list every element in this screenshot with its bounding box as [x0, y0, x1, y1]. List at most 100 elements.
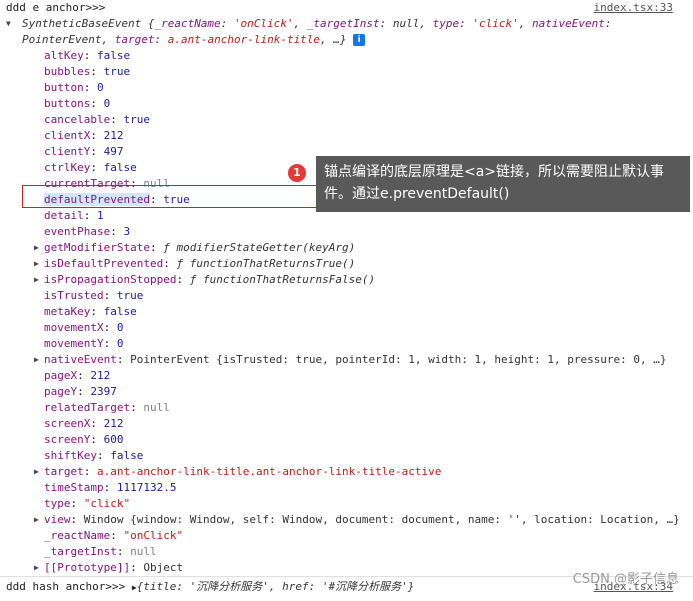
property-key: altKey — [44, 49, 84, 62]
property-row: timeStamp: 1117132.5 — [44, 481, 177, 494]
property-key: screenY — [44, 433, 91, 446]
property-value: false — [103, 161, 137, 174]
property-value: 0 — [97, 81, 104, 94]
expand-triangle-icon[interactable]: ▶ — [34, 352, 39, 368]
property-value: false — [103, 305, 137, 318]
property-key: bubbles — [44, 65, 91, 78]
source-link[interactable]: index.tsx:33 — [594, 0, 673, 16]
property-value: true — [116, 289, 144, 302]
property-key: ctrlKey — [44, 161, 91, 174]
property-value: null — [130, 545, 157, 558]
property-row[interactable]: ▶ view: Window {window: Window, self: Win… — [0, 512, 693, 528]
property-row[interactable]: ▶ isDefaultPrevented: ƒ functionThatRetur… — [0, 256, 693, 272]
property-key: target — [44, 465, 84, 478]
property-row: isTrusted: true — [44, 289, 144, 302]
property-value: 212 — [103, 417, 124, 430]
expand-triangle-icon[interactable]: ▶ — [34, 272, 39, 288]
property-row: buttons: 0 — [44, 97, 111, 110]
property-key: shiftKey — [44, 449, 97, 462]
property-value: "click" — [83, 497, 131, 510]
property-value: ƒ functionThatReturnsFalse() — [189, 273, 376, 286]
property-key: [[Prototype]] — [44, 561, 131, 574]
property-row[interactable]: ▶ nativeEvent: PointerEvent {isTrusted: t… — [0, 352, 693, 368]
property-row: movementX: 0 — [44, 321, 124, 334]
expand-triangle-icon[interactable]: ▶ — [34, 560, 39, 576]
property-value: "onClick" — [123, 529, 184, 542]
property-key: movementY — [44, 337, 104, 350]
property-key: detail — [44, 209, 84, 222]
property-value: a.ant-anchor-link-title.ant-anchor-link-… — [97, 465, 442, 478]
property-value: 212 — [103, 129, 124, 142]
property-key: getModifierState — [44, 241, 150, 254]
expand-triangle-icon[interactable]: ▶ — [34, 512, 39, 528]
property-row: movementY: 0 — [44, 337, 124, 350]
property-value: true — [123, 113, 150, 126]
property-key: metaKey — [44, 305, 91, 318]
property-key: timeStamp — [44, 481, 104, 494]
expand-triangle-icon[interactable]: ▶ — [34, 464, 39, 480]
property-value: 497 — [103, 145, 124, 158]
footer-text: ddd hash anchor>>> — [6, 580, 126, 593]
property-row: type: "click" — [44, 497, 131, 510]
property-row: metaKey: false — [44, 305, 137, 318]
footer-object[interactable]: {title: '沉降分析服务', href: '#沉降分析服务'} — [137, 580, 415, 593]
property-row: pageY: 2397 — [44, 385, 117, 398]
property-key: relatedTarget — [44, 401, 131, 414]
property-key: clientX — [44, 129, 91, 142]
annotation-marker: 1 — [288, 164, 306, 182]
property-value: 1117132.5 — [116, 481, 177, 494]
property-key: _reactName — [44, 529, 111, 542]
property-key: pageY — [44, 385, 78, 398]
property-key: button — [44, 81, 84, 94]
property-row[interactable]: ▶ getModifierState: ƒ modifierStateGetter… — [0, 240, 693, 256]
property-value: Window {window: Window, self: Window, do… — [83, 513, 680, 526]
property-value: 212 — [90, 369, 111, 382]
property-key: isTrusted — [44, 289, 104, 302]
property-row: altKey: false — [44, 49, 131, 62]
property-key: view — [44, 513, 71, 526]
property-key: isPropagationStopped — [44, 273, 177, 286]
property-value: 2397 — [90, 385, 117, 398]
property-key: nativeEvent — [44, 353, 117, 366]
property-key: clientY — [44, 145, 91, 158]
property-value: true — [103, 65, 131, 78]
property-row: shiftKey: false — [44, 449, 144, 462]
property-row: screenX: 212 — [44, 417, 124, 430]
expand-triangle-icon[interactable]: ▶ — [34, 256, 39, 272]
property-row[interactable]: ▶ target: a.ant-anchor-link-title.ant-anc… — [0, 464, 693, 480]
property-value: 0 — [103, 97, 111, 110]
property-row: _targetInst: null — [44, 545, 157, 558]
property-row: relatedTarget: null — [44, 401, 170, 414]
property-key: pageX — [44, 369, 78, 382]
property-key: eventPhase — [44, 225, 111, 238]
property-value: ƒ modifierStateGetter(keyArg) — [163, 241, 356, 254]
expand-triangle-icon[interactable]: ▶ — [34, 240, 39, 256]
property-row: screenY: 600 — [44, 433, 124, 446]
watermark: CSDN @影子信息 — [572, 572, 679, 587]
property-row: clientX: 212 — [44, 129, 124, 142]
property-key: isDefaultPrevented — [44, 257, 164, 270]
property-key: movementX — [44, 321, 104, 334]
collapse-triangle-icon[interactable]: ▼ — [6, 16, 11, 32]
property-row: bubbles: true — [44, 65, 131, 78]
property-value: ƒ functionThatReturnsTrue() — [176, 257, 356, 270]
property-row: pageX: 212 — [44, 369, 111, 382]
property-row: _reactName: "onClick" — [44, 529, 184, 542]
property-value: 0 — [116, 337, 124, 350]
event-summary[interactable]: ▼ SyntheticBaseEvent {_reactName: 'onCli… — [6, 16, 687, 48]
property-value: false — [110, 449, 144, 462]
property-key: _targetInst — [44, 545, 117, 558]
property-row[interactable]: ▶ isPropagationStopped: ƒ functionThatRet… — [0, 272, 693, 288]
annotation-tooltip: 锚点编译的底层原理是<a>链接，所以需要阻止默认事件。通过e.preventDe… — [316, 156, 690, 212]
info-icon[interactable]: i — [353, 34, 366, 46]
property-key: buttons — [44, 97, 91, 110]
property-key: screenX — [44, 417, 91, 430]
log-header: ddd e anchor>>> — [6, 1, 106, 14]
property-value: PointerEvent {isTrusted: true, pointerId… — [130, 353, 667, 366]
property-value: null — [143, 401, 170, 414]
property-key: cancelable — [44, 113, 111, 126]
property-value: Object — [143, 561, 184, 574]
property-key: type — [44, 497, 71, 510]
property-value: false — [97, 49, 131, 62]
property-list: altKey: false bubbles: true button: 0 butto… — [0, 48, 693, 576]
